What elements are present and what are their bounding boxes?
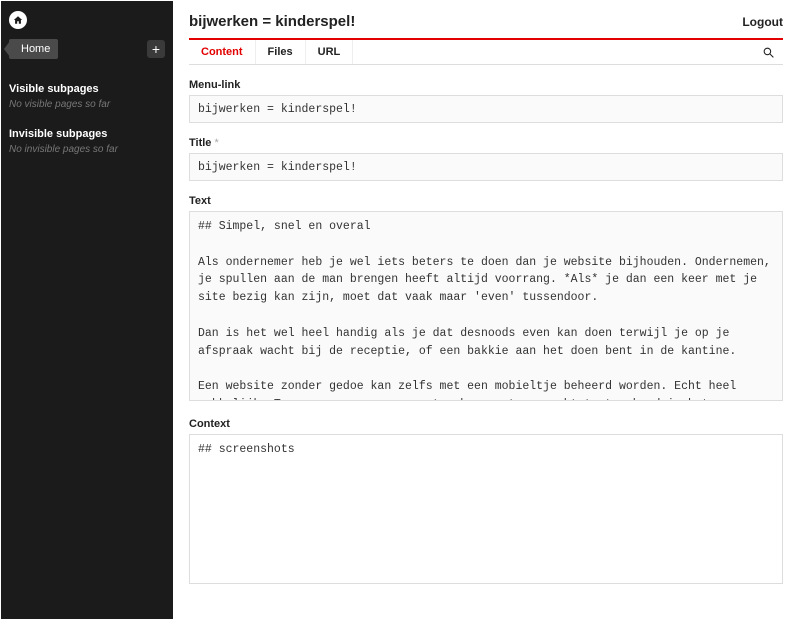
visible-subpages-heading: Visible subpages [9,83,165,95]
tab-files[interactable]: Files [256,40,306,64]
tab-content[interactable]: Content [189,40,256,64]
menulink-input[interactable] [189,95,783,123]
invisible-subpages-heading: Invisible subpages [9,128,165,140]
text-label: Text [189,195,783,207]
search-icon[interactable] [753,40,783,64]
tab-url[interactable]: URL [306,40,354,64]
context-textarea[interactable] [189,434,783,584]
text-textarea[interactable] [189,211,783,401]
invisible-subpages-empty: No invisible pages so far [9,144,165,155]
sidebar: Home + Visible subpages No visible pages… [1,1,173,619]
main-panel: bijwerken = kinderspel! Logout Content F… [173,1,799,619]
visible-subpages-empty: No visible pages so far [9,99,165,110]
title-label: Title * [189,137,783,149]
tabbar: Content Files URL [189,38,783,65]
page-title: bijwerken = kinderspel! [189,13,355,30]
add-page-button[interactable]: + [147,40,165,58]
context-label: Context [189,418,783,430]
title-required-indicator: * [214,137,218,149]
title-input[interactable] [189,153,783,181]
breadcrumb-home[interactable]: Home [9,39,58,59]
home-icon[interactable] [9,11,27,29]
logout-link[interactable]: Logout [742,15,783,29]
menulink-label: Menu-link [189,79,783,91]
title-label-text: Title [189,137,211,149]
